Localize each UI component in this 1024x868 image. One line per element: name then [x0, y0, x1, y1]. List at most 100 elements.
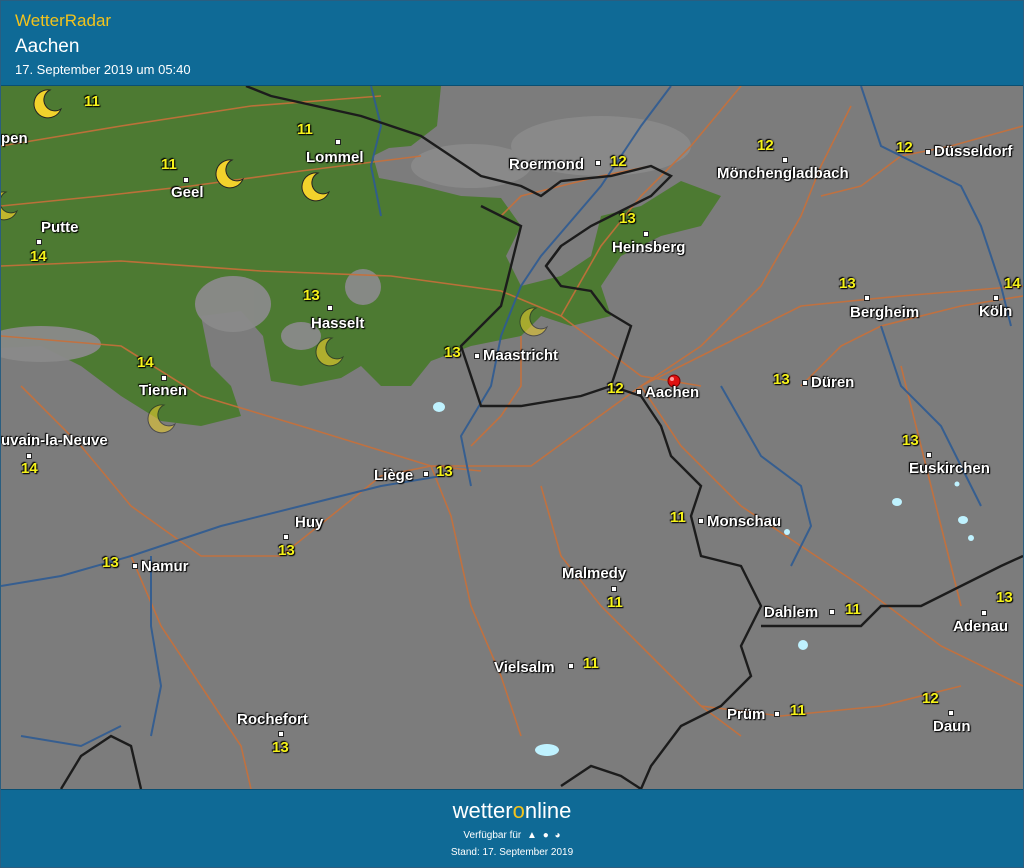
temperature-label: 13 [839, 275, 856, 292]
temperature-label: 14 [137, 354, 154, 371]
place-label[interactable]: Namur [141, 558, 189, 575]
place-label[interactable]: Lommel [306, 149, 364, 166]
temperature-label: 13 [619, 210, 636, 227]
moon-icon [33, 89, 63, 119]
place-dot[interactable] [698, 518, 704, 524]
place-dot[interactable] [132, 563, 138, 569]
place-label[interactable]: Bergheim [850, 304, 919, 321]
place-label[interactable]: Roermond [509, 156, 584, 173]
moon-icon [301, 172, 331, 202]
place-dot[interactable] [774, 711, 780, 717]
place-dot[interactable] [782, 157, 788, 163]
place-label[interactable]: Monschau [707, 513, 781, 530]
place-dot[interactable] [643, 231, 649, 237]
place-dot[interactable] [36, 239, 42, 245]
place-label[interactable]: Köln [979, 303, 1012, 320]
place-label[interactable]: Prüm [727, 706, 765, 723]
place-dot[interactable] [595, 160, 601, 166]
place-dot[interactable] [636, 389, 642, 395]
temperature-label: 13 [102, 554, 119, 571]
temperature-label: 13 [996, 589, 1013, 606]
temperature-label: 13 [436, 463, 453, 480]
place-dot[interactable] [161, 375, 167, 381]
place-label[interactable]: Rochefort [237, 711, 308, 728]
temperature-label: 12 [896, 139, 913, 156]
place-dot[interactable] [864, 295, 870, 301]
place-label[interactable]: uvain-la-Neuve [1, 432, 108, 449]
place-label[interactable]: Huy [295, 514, 323, 531]
moon-icon [215, 159, 245, 189]
radar-timestamp: 17. September 2019 um 05:40 [15, 62, 191, 77]
place-label[interactable]: Hasselt [311, 315, 364, 332]
place-label[interactable]: Adenau [953, 618, 1008, 635]
temperature-label: 14 [30, 248, 47, 265]
temperature-label: 11 [845, 601, 861, 618]
temperature-label: 12 [757, 137, 774, 154]
place-label[interactable]: Dahlem [764, 604, 818, 621]
temperature-label: 11 [84, 93, 100, 110]
temperature-label: 12 [610, 153, 627, 170]
place-label[interactable]: Maastricht [483, 347, 558, 364]
temperature-label: 11 [583, 655, 599, 672]
place-dot[interactable] [327, 305, 333, 311]
place-label[interactable]: Malmedy [562, 565, 626, 582]
available-text: Verfügbar für [463, 830, 522, 841]
temperature-label: 11 [670, 509, 686, 526]
android-icon[interactable]: ▲ [527, 830, 537, 841]
place-label[interactable]: Vielsalm [494, 659, 555, 676]
place-label[interactable]: Liège [374, 467, 413, 484]
brand-part-1: wetter [452, 798, 513, 823]
moon-icon [147, 404, 177, 434]
apple-icon[interactable]: ● [543, 830, 549, 841]
moon-icon [315, 337, 345, 367]
place-dot[interactable] [335, 139, 341, 145]
temperature-label: 11 [790, 702, 806, 719]
place-dot[interactable] [611, 586, 617, 592]
temperature-label: 14 [1004, 275, 1021, 292]
place-dot[interactable] [948, 710, 954, 716]
place-dot[interactable] [981, 610, 987, 616]
footer: wetteronline Verfügbar für ▲ ● ◕ Stand: … [1, 790, 1023, 867]
availability-line: Verfügbar für ▲ ● ◕ [1, 830, 1023, 841]
place-dot[interactable] [993, 295, 999, 301]
place-dot[interactable] [26, 453, 32, 459]
place-label[interactable]: Heinsberg [612, 239, 685, 256]
brand-o: o [512, 798, 525, 823]
place-label[interactable]: Tienen [139, 382, 187, 399]
place-label[interactable]: Daun [933, 718, 971, 735]
temperature-label: 14 [21, 460, 38, 477]
place-dot[interactable] [183, 177, 189, 183]
globe-icon[interactable]: ◕ [555, 830, 561, 841]
map-base-layer [1, 86, 1023, 789]
place-dot[interactable] [926, 452, 932, 458]
place-dot[interactable] [925, 149, 931, 155]
location-name: Aachen [15, 36, 80, 57]
place-dot[interactable] [802, 380, 808, 386]
weather-map[interactable]: Roermond 12 Mönchengladbach 12 Düsseldorf 12 L… [1, 85, 1023, 790]
place-dot[interactable] [283, 534, 289, 540]
place-dot[interactable] [829, 609, 835, 615]
temperature-label: 13 [278, 542, 295, 559]
place-dot[interactable] [423, 471, 429, 477]
place-label[interactable]: pen [1, 130, 28, 147]
place-label[interactable]: Düren [811, 374, 854, 391]
place-label[interactable]: Putte [41, 219, 79, 236]
temperature-label: 13 [303, 287, 320, 304]
place-label[interactable]: Aachen [645, 384, 699, 401]
place-dot[interactable] [568, 663, 574, 669]
place-label[interactable]: Mönchengladbach [717, 165, 849, 182]
temperature-label: 12 [922, 690, 939, 707]
header: WetterRadar Aachen 17. September 2019 um… [1, 1, 1023, 85]
temperature-label: 13 [902, 432, 919, 449]
place-label[interactable]: Euskirchen [909, 460, 990, 477]
app-title: WetterRadar [15, 11, 112, 30]
place-dot[interactable] [474, 353, 480, 359]
place-dot[interactable] [278, 731, 284, 737]
temperature-label: 13 [773, 371, 790, 388]
moon-icon [519, 307, 549, 337]
place-label[interactable]: Düsseldorf [934, 143, 1012, 160]
brand-logo: wetteronline [1, 798, 1023, 824]
temperature-label: 11 [297, 121, 313, 138]
temperature-label: 11 [161, 156, 177, 173]
place-label[interactable]: Geel [171, 184, 204, 201]
